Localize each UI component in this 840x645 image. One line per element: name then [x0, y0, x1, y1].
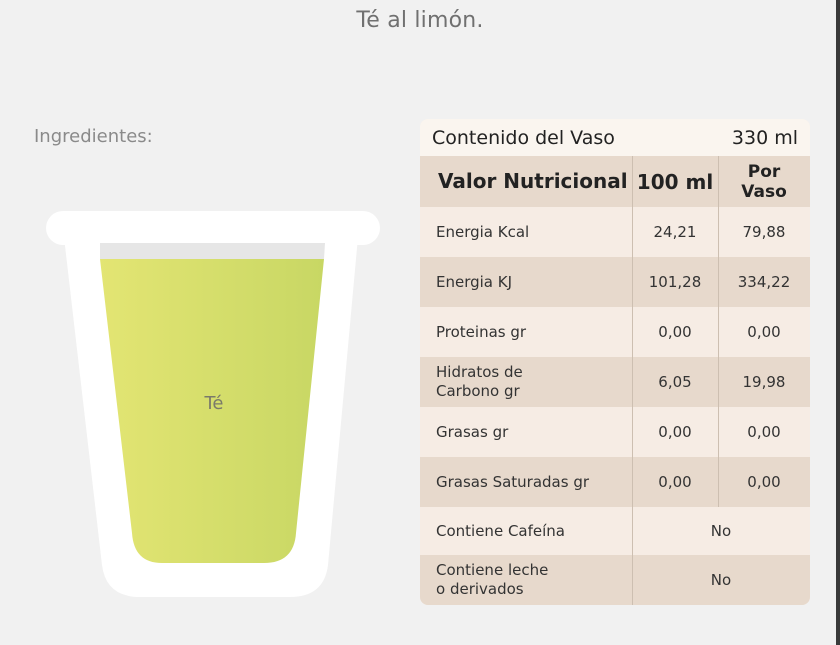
- table-row: Grasas gr 0,00 0,00: [420, 407, 810, 457]
- column-divider: [718, 156, 719, 507]
- contenido-label: Contenido del Vaso: [432, 126, 615, 149]
- liquid-label: Té: [204, 393, 224, 414]
- ingredients-label: Ingredientes:: [34, 126, 153, 147]
- table-row: Contiene leche o derivados No: [420, 555, 810, 605]
- header-nutrient: Valor Nutricional: [438, 169, 628, 193]
- table-row: Energia Kcal 24,21 79,88: [420, 207, 810, 257]
- page-title: Té al limón.: [356, 8, 484, 33]
- header-per100: 100 ml: [636, 169, 714, 194]
- nutrition-table: Contenido del Vaso 330 ml Valor Nutricio…: [420, 119, 810, 605]
- glass-empty-space: [100, 243, 325, 259]
- column-divider: [632, 156, 633, 507]
- scrollbar[interactable]: [836, 0, 840, 645]
- table-row: Hidratos de Carbono gr 6,05 19,98: [420, 357, 810, 407]
- table-row: Proteinas gr 0,00 0,00: [420, 307, 810, 357]
- header-per-glass: Por Vaso: [741, 161, 787, 202]
- column-divider: [632, 507, 633, 605]
- header-row: Valor Nutricional 100 ml Por Vaso: [420, 156, 810, 207]
- table-row: Contiene Cafeína No: [420, 507, 810, 555]
- glass-rim: [46, 211, 380, 245]
- contenido-value: 330 ml: [731, 126, 798, 149]
- table-row: Energia KJ 101,28 334,22: [420, 257, 810, 307]
- contenido-row: Contenido del Vaso 330 ml: [420, 119, 810, 156]
- table-row: Grasas Saturadas gr 0,00 0,00: [420, 457, 810, 507]
